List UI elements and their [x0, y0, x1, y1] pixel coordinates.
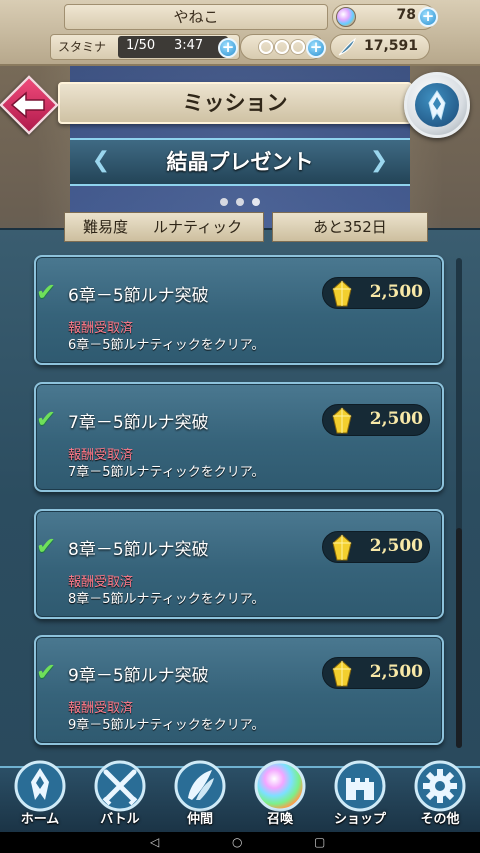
nav-summon[interactable]: 召喚 — [240, 758, 320, 832]
prev-category-arrow-icon[interactable]: ❮ — [86, 146, 116, 176]
difficulty-label: 難易度 — [83, 218, 129, 236]
mission-category-banner: 結晶プレゼント — [70, 138, 410, 186]
mission-description: 6章－5節ルナティックをクリア。 — [68, 338, 265, 353]
crystal-icon — [332, 660, 352, 687]
mission-title: 8章－5節ルナ突破 — [68, 540, 209, 560]
system-recents-icon[interactable]: ▢ — [314, 832, 325, 853]
nav-label: ホーム — [20, 812, 60, 827]
restore-stamina-button[interactable]: + — [218, 38, 238, 58]
nav-label: その他 — [420, 812, 460, 827]
wings-icon — [174, 760, 226, 812]
orb-icon — [336, 7, 356, 27]
feather-icon — [336, 36, 358, 58]
page-indicator — [0, 191, 480, 210]
nav-label: ショップ — [333, 812, 386, 827]
check-icon: ✔ — [36, 405, 57, 433]
mission-title: 6章－5節ルナ突破 — [68, 286, 209, 306]
reward-amount: 2,500 — [369, 282, 423, 302]
mission-title: 9章－5節ルナ突破 — [68, 666, 209, 686]
next-category-arrow-icon[interactable]: ❯ — [364, 146, 394, 176]
difficulty-value: ルナティック — [153, 218, 243, 236]
check-icon: ✔ — [36, 532, 57, 560]
mission-card[interactable]: ✔ 8章－5節ルナ突破 報酬受取済 8章－5節ルナティックをクリア。 2,500 — [34, 509, 444, 619]
gear-icon — [414, 760, 466, 812]
nav-label: バトル — [100, 812, 140, 827]
check-icon: ✔ — [36, 658, 57, 686]
crossed-swords-icon — [94, 760, 146, 812]
nav-label: 召喚 — [266, 812, 293, 827]
system-back-icon[interactable]: ◁ — [150, 832, 159, 853]
page-title: ミッション — [58, 82, 412, 124]
duel-ring-icon — [291, 40, 305, 54]
reward-amount: 2,500 — [369, 662, 423, 682]
stamina-label: スタミナ — [58, 40, 107, 54]
buy-orbs-button[interactable]: + — [418, 7, 438, 27]
scrollbar-thumb[interactable] — [456, 528, 462, 748]
feather-count: 17,591 — [363, 38, 418, 54]
crystal-icon — [332, 407, 352, 434]
reward-badge: 2,500 — [322, 277, 430, 309]
player-name: やねこ — [64, 4, 328, 30]
orb-icon — [254, 760, 306, 812]
check-icon: ✔ — [36, 278, 57, 306]
mission-description: 8章－5節ルナティックをクリア。 — [68, 592, 265, 607]
remaining-days: あと352日 — [272, 212, 428, 242]
crystal-icon — [332, 280, 352, 307]
reward-badge: 2,500 — [322, 404, 430, 436]
nav-shop[interactable]: ショップ — [320, 758, 400, 832]
nav-home[interactable]: ホーム — [0, 758, 80, 832]
nav-label: 仲間 — [186, 812, 213, 827]
duel-ring-icon — [259, 40, 273, 54]
mission-description: 7章－5節ルナティックをクリア。 — [68, 465, 265, 480]
reward-badge: 2,500 — [322, 531, 430, 563]
stamina-timer: 3:47 — [174, 38, 204, 53]
mission-card[interactable]: ✔ 7章－5節ルナ突破 報酬受取済 7章－5節ルナティックをクリア。 2,500 — [34, 382, 444, 492]
system-home-icon[interactable]: ○ — [232, 832, 242, 853]
restore-swords-button[interactable]: + — [306, 38, 326, 58]
mission-card[interactable]: ✔ 9章－5節ルナ突破 報酬受取済 9章－5節ルナティックをクリア。 2,500 — [34, 635, 444, 745]
page-dot — [220, 198, 228, 206]
crystal-icon — [332, 534, 352, 561]
mission-card[interactable]: ✔ 6章－5節ルナ突破 報酬受取済 6章－5節ルナティックをクリア。 2,500 — [34, 255, 444, 365]
page-dot — [236, 198, 244, 206]
stamina-value: 1/50 — [126, 38, 156, 53]
reward-amount: 2,500 — [369, 409, 423, 429]
nav-battle[interactable]: バトル — [80, 758, 160, 832]
remaining-days-label: あと352日 — [313, 218, 387, 236]
castle-icon — [334, 760, 386, 812]
difficulty-plate: 難易度 ルナティック — [64, 212, 264, 242]
page-dot — [252, 198, 260, 206]
mission-title: 7章－5節ルナ突破 — [68, 413, 209, 433]
emblem-icon[interactable] — [415, 83, 459, 127]
home-emblem-icon — [14, 760, 66, 812]
nav-other[interactable]: その他 — [400, 758, 480, 832]
reward-badge: 2,500 — [322, 657, 430, 689]
reward-amount: 2,500 — [369, 536, 423, 556]
orb-count: 78 — [396, 7, 416, 23]
nav-allies[interactable]: 仲間 — [160, 758, 240, 832]
duel-ring-icon — [275, 40, 289, 54]
back-arrow-icon[interactable] — [4, 82, 54, 128]
mission-description: 9章－5節ルナティックをクリア。 — [68, 718, 265, 733]
